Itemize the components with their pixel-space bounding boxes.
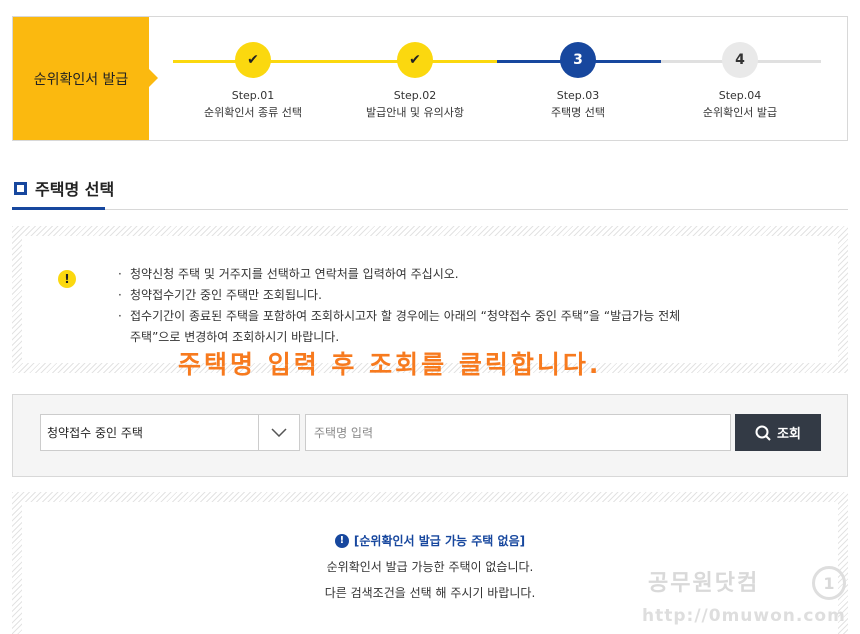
step-2-check-icon: ✔ [397, 42, 433, 78]
step-4-number: 4 [722, 42, 758, 78]
exclamation-icon: ! [58, 270, 76, 288]
step-1-title: Step.01 [231, 89, 275, 102]
search-button-label: 조회 [777, 427, 801, 442]
step-1-text: Step.01 순위확인서 종류 선택 [173, 87, 333, 121]
square-bullet-icon [14, 181, 27, 195]
notice-item: 청약접수기간 중인 주택만 조회됩니다. [118, 285, 778, 306]
notice-box-inner: ! 청약신청 주택 및 거주지를 선택하고 연락처를 입력하여 주십시오. 청약… [22, 236, 838, 363]
step-4-text: Step.04 순위확인서 발급 [660, 87, 820, 121]
result-title: ! [순위확인서 발급 가능 주택 없음] [22, 532, 838, 549]
chevron-down-icon[interactable] [258, 415, 299, 450]
notice-list: 청약신청 주택 및 거주지를 선택하고 연락처를 입력하여 주십시오. 청약접수… [118, 264, 778, 348]
step-2-title: Step.02 [393, 89, 437, 102]
step-3-title: Step.03 [556, 89, 600, 102]
house-type-select[interactable]: 청약접수 중인 주택 [40, 414, 300, 451]
exclamation-circle-icon: ! [334, 533, 349, 548]
step-3-text: Step.03 주택명 선택 [498, 87, 658, 121]
notice-item: 접수기간이 종료된 주택을 포함하여 조회하시고자 할 경우에는 아래의 “청약… [118, 306, 778, 327]
section-underline [12, 207, 105, 210]
notice-item: 청약신청 주택 및 거주지를 선택하고 연락처를 입력하여 주십시오. [118, 264, 778, 285]
step-1-desc: 순위확인서 종류 선택 [203, 106, 303, 119]
stepbar-title: 순위확인서 발급 [13, 17, 158, 140]
step-3-desc: 주택명 선택 [550, 106, 606, 119]
step-4-desc: 순위확인서 발급 [702, 106, 778, 119]
instruction-caption: 주택명 입력 후 조회를 클릭합니다. [178, 350, 602, 379]
step-progress-bar: 순위확인서 발급 ✔ Step.01 순위확인서 종류 선택 ✔ Step.02… [12, 16, 848, 141]
watermark-logo-icon: 1 [812, 566, 846, 600]
search-button[interactable]: 조회 [735, 414, 821, 451]
house-name-input[interactable] [305, 414, 731, 451]
search-icon [755, 425, 771, 441]
search-bar: 청약접수 중인 주택 조회 [12, 394, 848, 477]
watermark-text: 공무원닷컴 [648, 571, 760, 596]
result-title-text: [순위확인서 발급 가능 주택 없음] [353, 534, 526, 548]
section-title: 주택명 선택 [14, 176, 114, 200]
house-type-select-value: 청약접수 중인 주택 [47, 426, 143, 440]
step-3-number: 3 [560, 42, 596, 78]
step-2-desc: 발급안내 및 유의사항 [365, 106, 465, 119]
section-title-text: 주택명 선택 [35, 180, 115, 199]
watermark-url: http://0muwon.com [642, 606, 846, 626]
section-divider [105, 209, 848, 210]
step-4-title: Step.04 [718, 89, 762, 102]
step-1-check-icon: ✔ [235, 42, 271, 78]
step-2-text: Step.02 발급안내 및 유의사항 [335, 87, 495, 121]
